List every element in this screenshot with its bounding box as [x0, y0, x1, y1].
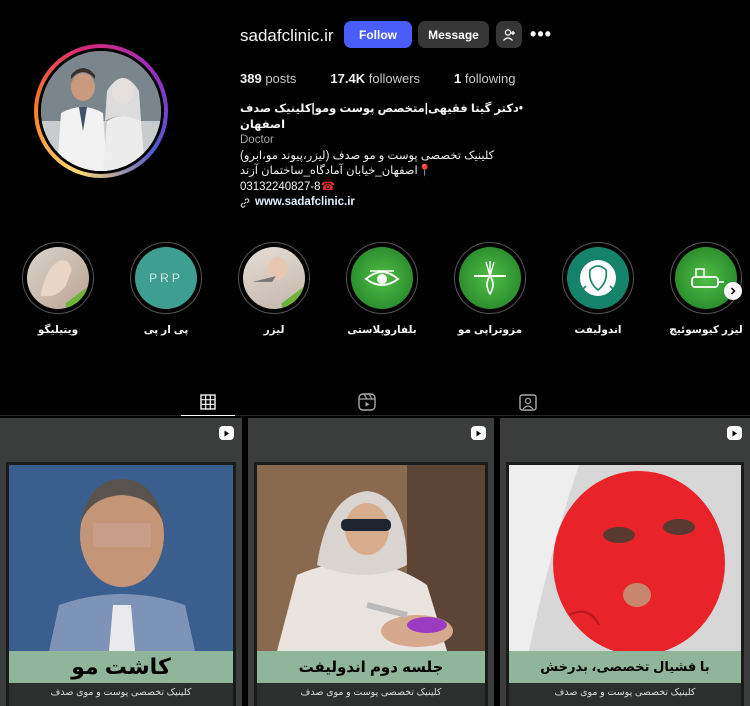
bio-address: 📍اصفهان_خیابان آمادگاه_ساختمان آزند	[240, 165, 433, 177]
followers-link[interactable]: 17.4K followers	[330, 71, 420, 86]
reel-play-icon	[224, 430, 229, 436]
post-caption: جلسه دوم اندولیفت	[257, 651, 485, 683]
add-user-icon	[503, 28, 515, 41]
posts-grid-icon	[200, 393, 216, 410]
post-caption: کاشت مو	[9, 651, 233, 683]
laser-photo-icon	[243, 247, 305, 309]
reels-icon	[358, 393, 376, 411]
post-tile[interactable]: کاشت مو کلینیک تخصصی پوست و موی صدف	[0, 418, 242, 706]
avatar-photo	[41, 51, 161, 171]
tab-posts[interactable]	[181, 388, 235, 416]
hand-photo-icon	[27, 247, 89, 309]
bio-description: کلینیک تخصصی پوست و مو صدف (لیزر،پیوند م…	[240, 149, 495, 162]
profile-bio: •دکتر گیتا فقیهی|متخصص پوست ومو|کلینیک ص…	[240, 102, 540, 211]
reel-badge	[219, 426, 234, 440]
post-photo	[9, 465, 233, 651]
eye-icon	[351, 247, 413, 309]
tab-tagged[interactable]	[501, 388, 555, 416]
post-footer: کلینیک تخصصی پوست و موی صدف	[257, 683, 485, 706]
suggest-users-button[interactable]	[496, 21, 522, 48]
reel-play-icon	[476, 430, 481, 436]
highlight-endolift[interactable]: اندولیفت	[562, 242, 634, 336]
post-photo	[257, 465, 485, 651]
hair-follicle-icon	[459, 247, 521, 309]
more-options-button[interactable]: •••	[530, 21, 551, 48]
post-photo	[509, 465, 741, 651]
profile-stats: 389 posts 17.4K followers 1 following	[240, 71, 549, 86]
highlight-hair-mesotherapy[interactable]: مزوتراپی مو	[454, 242, 526, 336]
post-footer: کلینیک تخصصی پوست و موی صدف	[9, 683, 233, 706]
bio-category: Doctor	[240, 134, 274, 146]
prp-text-icon: PRP	[135, 247, 197, 309]
post-tile[interactable]: جلسه دوم اندولیفت کلینیک تخصصی پوست و مو…	[248, 418, 494, 706]
highlight-laser[interactable]: لیزر	[238, 242, 310, 336]
posts-count: 389 posts	[240, 71, 297, 86]
laser-device-icon	[675, 247, 737, 309]
bio-full-name: •دکتر گیتا فقیهی|متخصص پوست ومو|کلینیک ص…	[240, 103, 523, 131]
highlight-blepharoplasty[interactable]: بلفاروپلاستی	[346, 242, 418, 336]
following-link[interactable]: 1 following	[454, 71, 515, 86]
post-caption: با فشیال تخصصی، بدرخش	[509, 651, 741, 683]
tagged-icon	[519, 394, 537, 411]
tab-reels[interactable]	[340, 388, 394, 416]
chevron-right-icon	[730, 287, 736, 295]
highlights-next-button[interactable]	[724, 282, 742, 300]
bio-phone: 03132240827-8☎	[240, 180, 335, 193]
phone-icon: ☎	[320, 180, 335, 193]
bio-website-link[interactable]: www.sadafclinic.ir	[240, 195, 540, 211]
follow-button[interactable]: Follow	[344, 21, 412, 48]
link-icon	[240, 198, 250, 208]
reel-play-icon	[732, 430, 737, 436]
highlight-vitiligo[interactable]: ویتیلیگو	[22, 242, 94, 336]
post-tile[interactable]: با فشیال تخصصی، بدرخش کلینیک تخصصی پوست …	[500, 418, 750, 706]
profile-avatar[interactable]	[34, 44, 168, 178]
reel-badge	[471, 426, 486, 440]
post-footer: کلینیک تخصصی پوست و موی صدف	[509, 683, 741, 706]
highlight-prp[interactable]: PRP پی ار پی	[130, 242, 202, 336]
face-lift-icon	[567, 247, 629, 309]
profile-username: sadafclinic.ir	[240, 26, 334, 45]
reel-badge	[727, 426, 742, 440]
message-button[interactable]: Message	[418, 21, 489, 48]
